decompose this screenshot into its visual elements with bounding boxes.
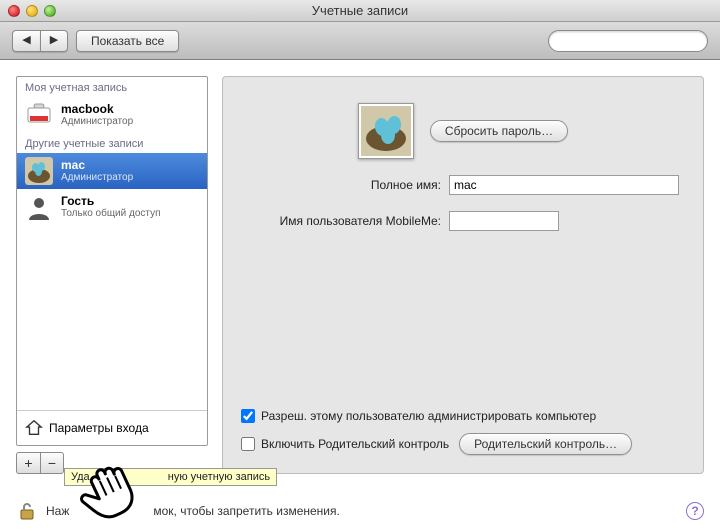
- window-title: Учетные записи: [0, 3, 720, 18]
- mobileme-input[interactable]: [449, 211, 559, 231]
- lock-text-suffix: мок, чтобы запретить изменения.: [153, 504, 339, 518]
- lock-footer: Наж мок, чтобы запретить изменения. ?: [16, 500, 704, 522]
- window-titlebar: Учетные записи: [0, 0, 720, 22]
- other-accounts-header: Другие учетные записи: [17, 133, 207, 153]
- toolbar: ◀ ▶ Показать все: [0, 22, 720, 60]
- account-name: mac: [61, 159, 133, 172]
- account-role: Администратор: [61, 172, 133, 183]
- accounts-sidebar: Моя учетная запись macbook Администратор…: [16, 76, 208, 474]
- login-options-button[interactable]: Параметры входа: [17, 410, 207, 445]
- zoom-window-button[interactable]: [44, 5, 56, 17]
- lock-text-prefix: Наж: [46, 504, 69, 518]
- login-options-label: Параметры входа: [49, 421, 149, 435]
- remove-account-button[interactable]: −: [40, 452, 64, 474]
- account-role: Администратор: [61, 116, 133, 127]
- remove-account-tooltip: Уда ную учетную запись: [64, 468, 277, 486]
- search-field-container[interactable]: [548, 30, 708, 52]
- back-button[interactable]: ◀: [12, 30, 40, 52]
- parental-checkbox[interactable]: [241, 437, 255, 451]
- search-input[interactable]: [559, 35, 701, 47]
- account-avatar-icon: [25, 157, 53, 185]
- house-icon: [25, 419, 43, 437]
- admin-checkbox-label: Разреш. этому пользователю администриров…: [261, 409, 596, 423]
- account-name: Гость: [61, 195, 161, 208]
- close-window-button[interactable]: [8, 5, 20, 17]
- account-role: Только общий доступ: [61, 208, 161, 219]
- show-all-button[interactable]: Показать все: [76, 30, 179, 52]
- back-arrow-icon: ◀: [22, 35, 30, 46]
- account-picture[interactable]: [358, 103, 414, 159]
- account-avatar-icon: [25, 101, 53, 129]
- account-item-macbook[interactable]: macbook Администратор: [17, 97, 207, 133]
- account-name: macbook: [61, 103, 133, 116]
- account-item-guest[interactable]: Гость Только общий доступ: [17, 189, 207, 225]
- accounts-list: Моя учетная запись macbook Администратор…: [16, 76, 208, 446]
- guest-silhouette-icon: [25, 193, 53, 221]
- minimize-window-button[interactable]: [26, 5, 38, 17]
- my-account-header: Моя учетная запись: [17, 77, 207, 97]
- fullname-input[interactable]: [449, 175, 679, 195]
- fullname-label: Полное имя:: [241, 178, 441, 192]
- account-item-mac[interactable]: mac Администратор: [17, 153, 207, 189]
- account-detail-pane: Сбросить пароль… Полное имя: Имя пользов…: [222, 76, 704, 474]
- mobileme-label: Имя пользователя MobileMe:: [241, 214, 441, 228]
- admin-checkbox[interactable]: [241, 409, 255, 423]
- parental-control-button[interactable]: Родительский контроль…: [459, 433, 632, 455]
- forward-button[interactable]: ▶: [40, 30, 68, 52]
- nav-back-forward: ◀ ▶: [12, 30, 68, 52]
- help-button[interactable]: ?: [686, 502, 704, 520]
- unlock-icon[interactable]: [16, 500, 38, 522]
- add-account-button[interactable]: +: [16, 452, 40, 474]
- reset-password-button[interactable]: Сбросить пароль…: [430, 120, 568, 142]
- parental-checkbox-label: Включить Родительский контроль: [261, 437, 449, 451]
- forward-arrow-icon: ▶: [50, 35, 58, 46]
